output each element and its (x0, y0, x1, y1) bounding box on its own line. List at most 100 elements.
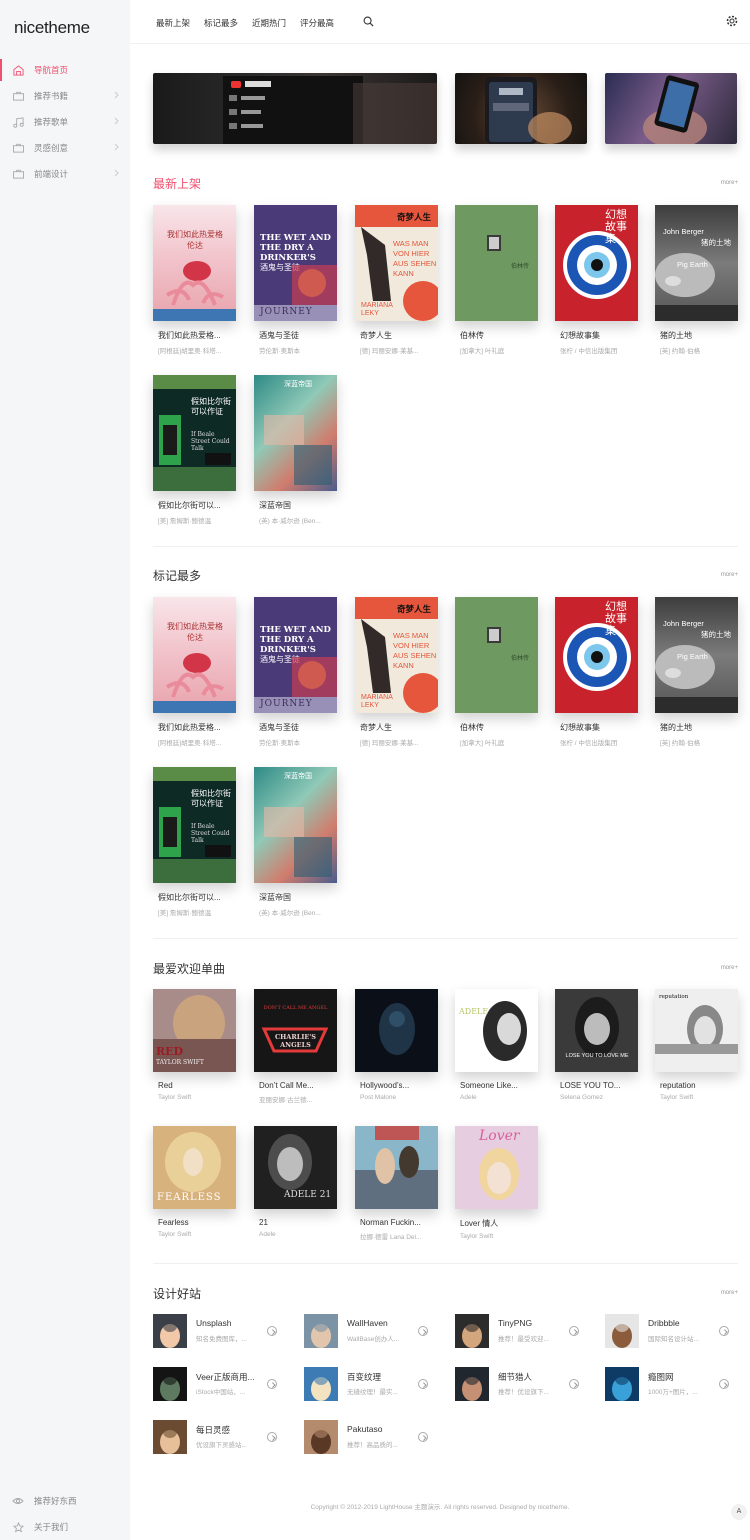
album-cover[interactable]: CHARLIE'S ANGELS DON'T CALL ME ANGEL (254, 989, 337, 1072)
song-card[interactable]: Hollywood’s... Post Malone (355, 989, 439, 1101)
book-cover[interactable]: 幻想故事集 (555, 597, 638, 713)
arrow-right-circle-icon[interactable] (267, 1326, 277, 1336)
sidebar-item-books[interactable]: 推荐书籍 (0, 83, 130, 109)
font-toggle-button[interactable]: A (731, 1504, 747, 1520)
book-card[interactable]: John Berger 猪的土地 Pig Earth 猪的土地 [英] 约翰·伯… (655, 205, 739, 355)
site-item[interactable]: WallHaven WallBase创办人... (304, 1314, 439, 1348)
book-cover[interactable]: THE WET AND THE DRY A DRINKER'S 酒鬼与圣徒 JO… (254, 205, 337, 321)
site-name[interactable]: 细节猎人 (498, 1371, 532, 1383)
song-title[interactable]: 21 (254, 1218, 332, 1227)
arrow-right-circle-icon[interactable] (569, 1379, 579, 1389)
song-card[interactable]: ADELE 21 21 Adele (254, 1126, 338, 1238)
book-card[interactable]: 我们如此热爱格伦达 我们如此热爱格... [阿根廷]胡里奥·科塔... (153, 205, 237, 355)
arrow-right-circle-icon[interactable] (418, 1379, 428, 1389)
banner-phone[interactable] (455, 73, 587, 144)
site-item[interactable]: 瘾图网 1000万+图片，... (605, 1367, 740, 1401)
book-card[interactable]: 假如比尔街可以作证 If Beale Street Could Talk 假如比… (153, 767, 237, 917)
banner-hand-phone[interactable] (605, 73, 737, 144)
sidebar-item-about[interactable]: 关于我们 (0, 1514, 130, 1540)
site-thumbnail[interactable] (153, 1314, 187, 1348)
song-title[interactable]: Red (153, 1081, 231, 1090)
sidebar-item-home[interactable]: 导航首页 (0, 57, 130, 83)
book-card[interactable]: 我们如此热爱格伦达 我们如此热爱格... [阿根廷]胡里奥·科塔... (153, 597, 237, 747)
site-item[interactable]: 每日灵感 优设旗下灵感站... (153, 1420, 288, 1454)
book-title[interactable]: 幻想故事集 (555, 722, 633, 733)
book-card[interactable]: 幻想故事集 幻想故事集 张柠 / 中信出版集团 (555, 597, 639, 747)
site-thumbnail[interactable] (605, 1314, 639, 1348)
book-title[interactable]: 伯林传 (455, 330, 533, 341)
tab-top-rated[interactable]: 评分最高 (300, 17, 334, 29)
site-name[interactable]: Veer正版商用... (196, 1371, 255, 1383)
banner-youtube[interactable] (153, 73, 437, 144)
song-card[interactable]: FEARLESS Fearless Taylor Swift (153, 1126, 237, 1238)
sidebar-item-inspiration[interactable]: 灵感创意 (0, 135, 130, 161)
book-title[interactable]: 我们如此热爱格... (153, 330, 231, 341)
book-title[interactable]: 猪的土地 (655, 722, 733, 733)
arrow-right-circle-icon[interactable] (267, 1379, 277, 1389)
site-thumbnail[interactable] (304, 1314, 338, 1348)
more-link-marked[interactable]: more+ (721, 572, 738, 578)
album-cover[interactable]: Lover (455, 1126, 538, 1209)
tab-most-marked[interactable]: 标记最多 (204, 17, 238, 29)
more-link-newest[interactable]: more+ (721, 180, 738, 186)
song-title[interactable]: Hollywood’s... (355, 1081, 433, 1090)
book-cover[interactable]: 深蓝帝国 (254, 375, 337, 491)
song-title[interactable]: Lover 情人 (455, 1218, 533, 1229)
site-name[interactable]: Dribbble (648, 1318, 680, 1328)
site-item[interactable]: Pakutaso 推荐！高品质的... (304, 1420, 439, 1454)
album-cover[interactable]: RED TAYLOR SWIFT (153, 989, 236, 1072)
book-title[interactable]: 奇梦人生 (355, 330, 433, 341)
book-card[interactable]: 奇梦人生 WAS MAN VON HIER AUS SEHEN KANN MAR… (355, 597, 439, 747)
site-name[interactable]: 每日灵感 (196, 1424, 230, 1436)
book-title[interactable]: 酒鬼与圣徒 (254, 330, 332, 341)
more-link-songs[interactable]: more+ (721, 965, 738, 971)
site-item[interactable]: Veer正版商用... iStock中国站，... (153, 1367, 288, 1401)
site-thumbnail[interactable] (153, 1420, 187, 1454)
gear-icon[interactable] (726, 15, 738, 27)
site-item[interactable]: Unsplash 知名免费图库，... (153, 1314, 288, 1348)
book-cover[interactable]: THE WET AND THE DRY A DRINKER'S 酒鬼与圣徒 JO… (254, 597, 337, 713)
arrow-right-circle-icon[interactable] (267, 1432, 277, 1442)
search-icon[interactable] (363, 16, 374, 27)
sidebar-item-recommend[interactable]: 推荐好东西 (0, 1488, 130, 1514)
site-thumbnail[interactable] (455, 1314, 489, 1348)
site-name[interactable]: TinyPNG (498, 1318, 532, 1328)
book-cover[interactable]: 伯林传 (455, 597, 538, 713)
album-cover[interactable]: LOSE YOU TO LOVE ME (555, 989, 638, 1072)
book-cover[interactable]: 假如比尔街可以作证 If Beale Street Could Talk (153, 767, 236, 883)
book-cover[interactable]: 我们如此热爱格伦达 (153, 597, 236, 713)
book-cover[interactable]: 幻想故事集 (555, 205, 638, 321)
album-cover[interactable]: FEARLESS (153, 1126, 236, 1209)
book-card[interactable]: 幻想故事集 幻想故事集 张柠 / 中信出版集团 (555, 205, 639, 355)
book-card[interactable]: John Berger 猪的土地 Pig Earth 猪的土地 [英] 约翰·伯… (655, 597, 739, 747)
book-title[interactable]: 奇梦人生 (355, 722, 433, 733)
book-cover[interactable]: 伯林传 (455, 205, 538, 321)
song-title[interactable]: reputation (655, 1081, 733, 1090)
site-name[interactable]: 瘾图网 (648, 1371, 674, 1383)
book-title[interactable]: 假如比尔街可以... (153, 892, 231, 903)
song-title[interactable]: Someone Like... (455, 1081, 533, 1090)
tab-newest[interactable]: 最新上架 (156, 17, 190, 29)
book-card[interactable]: THE WET AND THE DRY A DRINKER'S 酒鬼与圣徒 JO… (254, 205, 338, 355)
book-cover[interactable]: 奇梦人生 WAS MAN VON HIER AUS SEHEN KANN MAR… (355, 205, 438, 321)
song-title[interactable]: Fearless (153, 1218, 231, 1227)
site-thumbnail[interactable] (605, 1367, 639, 1401)
site-name[interactable]: 百变纹理 (347, 1371, 381, 1383)
song-card[interactable]: CHARLIE'S ANGELS DON'T CALL ME ANGEL Don… (254, 989, 338, 1104)
song-title[interactable]: Don’t Call Me... (254, 1081, 332, 1090)
book-card[interactable]: 假如比尔街可以作证 If Beale Street Could Talk 假如比… (153, 375, 237, 525)
site-item[interactable]: 百变纹理 无缝纹理！最实... (304, 1367, 439, 1401)
book-title[interactable]: 伯林传 (455, 722, 533, 733)
book-card[interactable]: 奇梦人生 WAS MAN VON HIER AUS SEHEN KANN MAR… (355, 205, 439, 355)
book-cover[interactable]: John Berger 猪的土地 Pig Earth (655, 597, 738, 713)
song-card[interactable]: Norman Fuckin... 拉娜·德雷 Lana Del... (355, 1126, 439, 1241)
song-card[interactable]: Lover Lover 情人 Taylor Swift (455, 1126, 539, 1240)
arrow-right-circle-icon[interactable] (719, 1379, 729, 1389)
album-cover[interactable]: ADELE 21 (254, 1126, 337, 1209)
book-title[interactable]: 猪的土地 (655, 330, 733, 341)
site-thumbnail[interactable] (304, 1420, 338, 1454)
song-title[interactable]: LOSE YOU TO... (555, 1081, 633, 1090)
site-name[interactable]: Pakutaso (347, 1424, 382, 1434)
book-title[interactable]: 幻想故事集 (555, 330, 633, 341)
album-cover[interactable] (355, 1126, 438, 1209)
